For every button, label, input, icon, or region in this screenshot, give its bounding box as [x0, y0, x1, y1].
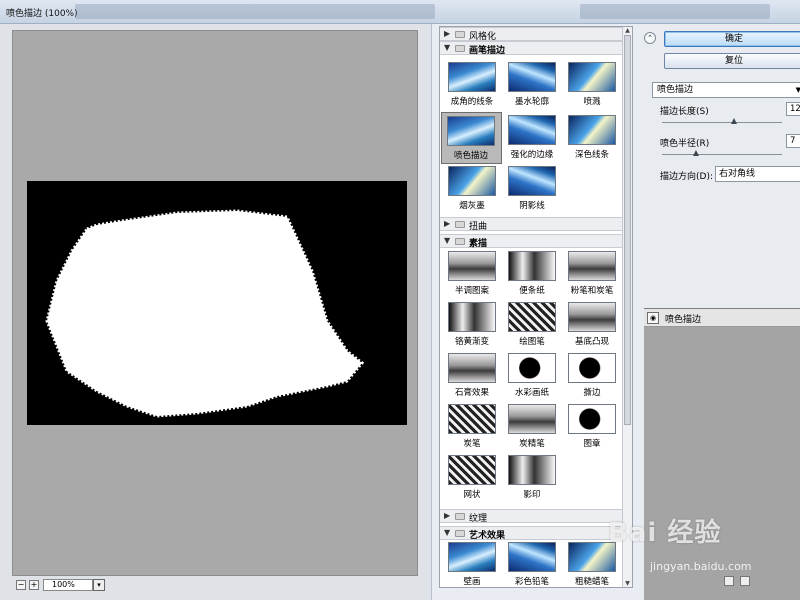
filter-thumb[interactable]: 烟灰墨 [443, 163, 501, 213]
delete-layer-icon[interactable] [740, 576, 750, 586]
filter-thumb[interactable]: 石膏效果 [443, 350, 501, 400]
watermark: Bai 经验 [608, 518, 722, 548]
zoom-in-button[interactable]: + [29, 580, 39, 590]
collapse-icon: ▼ [444, 528, 451, 537]
effect-layers-panel: ◉ 喷色描边 [644, 308, 800, 600]
spray-radius-label: 喷色半径(R) [660, 139, 710, 149]
filter-thumb[interactable]: 网状 [443, 452, 501, 502]
layer-actions [720, 574, 800, 590]
filter-thumb[interactable]: 基底凸现 [563, 299, 621, 349]
white-shape [45, 209, 365, 418]
watermark-url: jingyan.baidu.com [650, 560, 752, 573]
stroke-length-label: 描边长度(S) [660, 107, 709, 117]
expand-icon: ▶ [444, 219, 451, 228]
eye-icon[interactable]: ◉ [647, 312, 659, 324]
filter-thumb[interactable]: 水彩画纸 [503, 350, 561, 400]
folder-icon [455, 238, 465, 245]
filter-thumb[interactable]: 粉笔和炭笔 [563, 248, 621, 298]
category-texture[interactable]: ▶ 纹理 [440, 509, 623, 524]
filter-thumb[interactable]: 墨水轮廓 [503, 59, 561, 109]
filter-thumb[interactable]: 撕边 [563, 350, 621, 400]
category-distort[interactable]: ▶ 扭曲 [440, 217, 623, 232]
folder-icon [455, 45, 465, 52]
category-stylize[interactable]: ▶ 风格化 [440, 27, 623, 42]
ok-button[interactable]: 确定 [664, 31, 800, 47]
filter-thumb[interactable]: 喷溅 [563, 59, 621, 109]
blurred-toolbar [75, 4, 435, 19]
folder-icon [455, 530, 465, 537]
category-artistic[interactable]: ▼ 艺术效果 [440, 526, 623, 541]
effect-layer-row[interactable]: ◉ 喷色描边 [644, 309, 800, 327]
direction-select[interactable]: 右对角线 [715, 166, 800, 182]
slider-knob-icon[interactable] [692, 150, 699, 156]
collapse-icon: ▼ [444, 43, 451, 52]
reset-button[interactable]: 复位 [664, 53, 800, 69]
filter-thumb[interactable]: 便条纸 [503, 248, 561, 298]
title-bar: 喷色描边 (100%) [0, 0, 800, 24]
category-sketch[interactable]: ▼ 素描 [440, 234, 623, 249]
direction-label: 描边方向(D): [660, 172, 713, 182]
preview-canvas-area[interactable] [12, 30, 418, 576]
window-title: 喷色描边 (100%) [6, 9, 78, 19]
folder-icon [455, 221, 465, 228]
filter-thumb[interactable]: 炭笔 [443, 401, 501, 451]
filter-select[interactable]: 喷色描边 ▼ [652, 82, 800, 98]
folder-icon [455, 31, 465, 38]
filter-thumb[interactable]: 壁画 [443, 539, 501, 587]
preview-image [27, 181, 407, 425]
stroke-length-input[interactable]: 12 [786, 102, 800, 116]
filter-thumb[interactable]: 半调图案 [443, 248, 501, 298]
category-brush-strokes[interactable]: ▼ 画笔描边 [440, 41, 623, 56]
zoom-out-button[interactable]: − [16, 580, 26, 590]
filter-thumb[interactable]: 影印 [503, 452, 561, 502]
filter-thumb[interactable]: 阴影线 [503, 163, 561, 213]
stroke-length-slider[interactable] [662, 118, 782, 124]
dropdown-arrow-icon: ▼ [795, 86, 800, 94]
zoom-dropdown-icon[interactable]: ▾ [93, 579, 105, 591]
filter-thumb[interactable]: 成角的线条 [443, 59, 501, 109]
gallery-scrollbar[interactable]: ▲ ▼ [622, 27, 632, 587]
filter-thumb[interactable]: 强化的边缘 [503, 112, 561, 162]
scroll-up-icon[interactable]: ▲ [624, 27, 631, 34]
spray-radius-input[interactable]: 7 [786, 134, 800, 148]
expand-icon: ▶ [444, 29, 451, 38]
spray-radius-slider[interactable] [662, 150, 782, 156]
scroll-thumb[interactable] [624, 35, 631, 425]
filter-thumb[interactable]: 深色线条 [563, 112, 621, 162]
collapse-icon: ▼ [444, 236, 451, 245]
new-layer-icon[interactable] [724, 576, 734, 586]
filter-thumb[interactable]: 铬黄渐变 [443, 299, 501, 349]
filter-thumb[interactable]: 彩色铅笔 [503, 539, 561, 587]
filter-thumb[interactable]: 绘图笔 [503, 299, 561, 349]
folder-icon [455, 513, 465, 520]
collapse-gallery-icon[interactable]: ⌃ [644, 32, 656, 44]
expand-icon: ▶ [444, 511, 451, 520]
preview-panel: − + 100% ▾ [0, 24, 432, 600]
filter-thumb[interactable]: 炭精笔 [503, 401, 561, 451]
filter-gallery[interactable]: ▶ 风格化 ▼ 画笔描边 成角的线条 墨水轮廓 喷溅 喷色描边 强化的边缘 深色… [439, 26, 633, 588]
filter-thumb[interactable]: 图章 [563, 401, 621, 451]
filter-thumb-selected[interactable]: 喷色描边 [441, 112, 502, 164]
slider-knob-icon[interactable] [731, 118, 737, 124]
blurred-toolbar-right [580, 4, 770, 19]
scroll-down-icon[interactable]: ▼ [624, 580, 631, 587]
zoom-value[interactable]: 100% [43, 579, 93, 591]
